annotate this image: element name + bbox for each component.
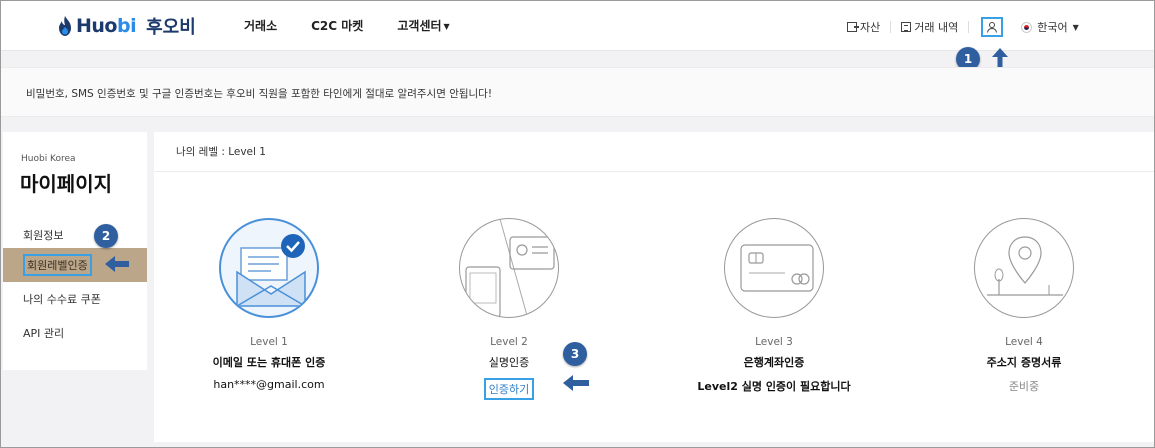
level-3-note: Level2 실명 인증이 필요합니다 (697, 380, 851, 393)
verify-button[interactable]: 인증하기 (483, 378, 535, 400)
level-card-3: Level 3 은행계좌인증 Level2 실명 인증이 필요합니다 (674, 218, 874, 394)
my-level-text: 나의 레벨 : Level 1 (176, 146, 266, 158)
level-1-email: han****@gmail.com (213, 378, 325, 391)
level-4-title: 주소지 증명서류 (986, 356, 1062, 369)
nav-customer-center[interactable]: 고객센터 ▼ (397, 17, 449, 34)
header-right: 자산 거래 내역 한국어 ▼ (847, 17, 1079, 37)
logo-korean: 후오비 (146, 17, 196, 38)
flame-icon (59, 16, 71, 36)
notice-text: 비밀번호, SMS 인증번호 및 구글 인증번호는 후오비 직원을 포함한 타인… (26, 88, 493, 100)
divider (968, 21, 970, 33)
sidebar-item-fee-coupon[interactable]: 나의 수수료 쿠폰 (3, 282, 147, 316)
sidebar-menu: 회원정보 회원레벨인증 나의 수수료 쿠폰 API 관리 (3, 220, 147, 350)
trade-history-label: 거래 내역 (914, 21, 959, 34)
user-icon (987, 22, 998, 33)
arrow-left-icon (105, 256, 129, 272)
arrow-left-icon (563, 375, 589, 391)
sidebar-item-level-verification-label: 회원레벨인증 (23, 254, 92, 276)
list-icon (901, 22, 912, 32)
level-3-label: Level 3 (755, 336, 793, 348)
main-nav: 거래소 C2C 마켓 고객센터 ▼ (244, 17, 450, 34)
level-4-label: Level 4 (1005, 336, 1043, 348)
level-4-status: 준비중 (1008, 380, 1040, 393)
language-label: 한국어 (1037, 21, 1068, 34)
level-3-title: 은행계좌인증 (743, 356, 805, 369)
assets-label: 자산 (860, 21, 881, 34)
assets-link[interactable]: 자산 (847, 19, 880, 35)
sidebar: Huobi Korea 마이페이지 회원정보 회원레벨인증 나의 수수료 쿠폰 … (3, 132, 147, 370)
security-notice: 비밀번호, SMS 인증번호 및 구글 인증번호는 후오비 직원을 포함한 타인… (1, 67, 1154, 117)
main-panel: 나의 레벨 : Level 1 Level 1 이메일 또는 휴대폰 인증 ha… (154, 132, 1154, 442)
bank-card-icon (724, 218, 824, 318)
level-card-4: Level 4 주소지 증명서류 준비중 (924, 218, 1124, 394)
my-level-header: 나의 레벨 : Level 1 (154, 132, 1154, 172)
sidebar-item-member-info[interactable]: 회원정보 (3, 220, 147, 250)
top-header: Huobi 후오비 거래소 C2C 마켓 고객센터▼ 자산 거래 내역 한국어 (1, 1, 1154, 51)
level-card-1: Level 1 이메일 또는 휴대폰 인증 han****@gmail.com (169, 218, 369, 391)
logo-wordmark-accent: bi (116, 15, 137, 37)
caret-down-icon: ▼ (443, 22, 450, 31)
huobi-logo[interactable]: Huobi 후오비 (58, 13, 196, 39)
callout-badge-3: 3 (563, 342, 587, 366)
logo-wordmark: Huobi (76, 15, 137, 37)
level-1-title: 이메일 또는 휴대폰 인증 (212, 356, 326, 369)
sidebar-item-api-management[interactable]: API 관리 (3, 316, 147, 350)
sidebar-brand: Huobi Korea (21, 154, 76, 164)
callout-badge-2: 2 (94, 224, 118, 248)
language-selector[interactable]: 한국어 ▼ (1021, 19, 1079, 35)
trade-history-link[interactable]: 거래 내역 (901, 19, 958, 35)
user-account-button[interactable] (981, 17, 1004, 37)
location-pin-icon (974, 218, 1074, 318)
divider (890, 21, 892, 33)
sidebar-title: 마이페이지 (20, 172, 112, 196)
nav-c2c-market[interactable]: C2C 마켓 (311, 17, 363, 34)
nav-customer-center-label: 고객센터 (397, 19, 442, 33)
caret-down-icon: ▼ (1072, 22, 1079, 32)
nav-exchange[interactable]: 거래소 (244, 17, 277, 34)
level-1-label: Level 1 (250, 336, 288, 348)
korea-flag-icon (1021, 21, 1033, 33)
id-card-icon (459, 218, 559, 318)
exit-box-icon (847, 22, 859, 32)
email-envelope-icon (219, 218, 319, 318)
